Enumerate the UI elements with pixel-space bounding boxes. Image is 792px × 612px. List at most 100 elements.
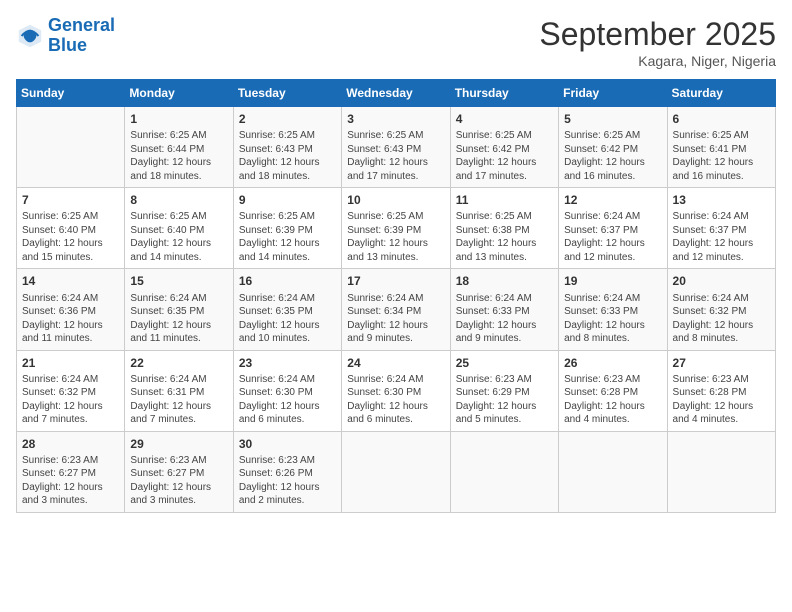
- logo-line1: General: [48, 15, 115, 35]
- calendar-cell: 27 Sunrise: 6:23 AMSunset: 6:28 PMDayligh…: [667, 350, 775, 431]
- calendar-cell: 14 Sunrise: 6:24 AMSunset: 6:36 PMDayligh…: [17, 269, 125, 350]
- calendar-cell: 24 Sunrise: 6:24 AMSunset: 6:30 PMDayligh…: [342, 350, 450, 431]
- day-info: Sunrise: 6:25 AMSunset: 6:43 PMDaylight:…: [239, 129, 336, 183]
- day-info: Sunrise: 6:24 AMSunset: 6:37 PMDaylight:…: [673, 210, 770, 264]
- day-info: Sunrise: 6:25 AMSunset: 6:43 PMDaylight:…: [347, 129, 444, 183]
- day-info: Sunrise: 6:25 AMSunset: 6:38 PMDaylight:…: [456, 210, 553, 264]
- logo-icon: [16, 22, 44, 50]
- day-number: 4: [456, 111, 553, 127]
- title-block: September 2025 Kagara, Niger, Nigeria: [539, 16, 776, 69]
- day-number: 30: [239, 436, 336, 452]
- day-info: Sunrise: 6:24 AMSunset: 6:33 PMDaylight:…: [456, 292, 553, 346]
- day-number: 16: [239, 273, 336, 289]
- calendar-cell: [667, 431, 775, 512]
- calendar-cell: 13 Sunrise: 6:24 AMSunset: 6:37 PMDayligh…: [667, 188, 775, 269]
- day-info: Sunrise: 6:25 AMSunset: 6:40 PMDaylight:…: [22, 210, 119, 264]
- day-info: Sunrise: 6:24 AMSunset: 6:35 PMDaylight:…: [239, 292, 336, 346]
- day-info: Sunrise: 6:24 AMSunset: 6:35 PMDaylight:…: [130, 292, 227, 346]
- day-info: Sunrise: 6:24 AMSunset: 6:32 PMDaylight:…: [22, 373, 119, 427]
- day-number: 11: [456, 192, 553, 208]
- calendar-cell: [450, 431, 558, 512]
- day-number: 3: [347, 111, 444, 127]
- calendar-table: SundayMondayTuesdayWednesdayThursdayFrid…: [16, 79, 776, 513]
- day-info: Sunrise: 6:25 AMSunset: 6:42 PMDaylight:…: [456, 129, 553, 183]
- day-number: 2: [239, 111, 336, 127]
- day-number: 9: [239, 192, 336, 208]
- logo-text: General Blue: [48, 16, 115, 56]
- day-info: Sunrise: 6:25 AMSunset: 6:39 PMDaylight:…: [239, 210, 336, 264]
- day-info: Sunrise: 6:23 AMSunset: 6:29 PMDaylight:…: [456, 373, 553, 427]
- calendar-cell: 9 Sunrise: 6:25 AMSunset: 6:39 PMDaylight…: [233, 188, 341, 269]
- day-info: Sunrise: 6:23 AMSunset: 6:28 PMDaylight:…: [564, 373, 661, 427]
- day-info: Sunrise: 6:24 AMSunset: 6:32 PMDaylight:…: [673, 292, 770, 346]
- day-number: 23: [239, 355, 336, 371]
- day-number: 27: [673, 355, 770, 371]
- col-header-sunday: Sunday: [17, 80, 125, 107]
- day-number: 24: [347, 355, 444, 371]
- day-number: 20: [673, 273, 770, 289]
- day-number: 5: [564, 111, 661, 127]
- calendar-cell: 2 Sunrise: 6:25 AMSunset: 6:43 PMDaylight…: [233, 107, 341, 188]
- day-info: Sunrise: 6:24 AMSunset: 6:30 PMDaylight:…: [347, 373, 444, 427]
- day-number: 17: [347, 273, 444, 289]
- calendar-cell: 8 Sunrise: 6:25 AMSunset: 6:40 PMDaylight…: [125, 188, 233, 269]
- calendar-cell: 23Sunrise: 6:24 AMSunset: 6:30 PMDayligh…: [233, 350, 341, 431]
- calendar-week-1: 1 Sunrise: 6:25 AMSunset: 6:44 PMDaylight…: [17, 107, 776, 188]
- calendar-cell: 25 Sunrise: 6:23 AMSunset: 6:29 PMDayligh…: [450, 350, 558, 431]
- day-info: Sunrise: 6:24 AMSunset: 6:34 PMDaylight:…: [347, 292, 444, 346]
- col-header-saturday: Saturday: [667, 80, 775, 107]
- day-number: 1: [130, 111, 227, 127]
- day-number: 15: [130, 273, 227, 289]
- location-subtitle: Kagara, Niger, Nigeria: [539, 53, 776, 69]
- col-header-friday: Friday: [559, 80, 667, 107]
- day-number: 21: [22, 355, 119, 371]
- calendar-week-5: 28 Sunrise: 6:23 AMSunset: 6:27 PMDayligh…: [17, 431, 776, 512]
- calendar-week-2: 7Sunrise: 6:25 AMSunset: 6:40 PMDaylight…: [17, 188, 776, 269]
- calendar-cell: 6 Sunrise: 6:25 AMSunset: 6:41 PMDaylight…: [667, 107, 775, 188]
- calendar-cell: 18 Sunrise: 6:24 AMSunset: 6:33 PMDayligh…: [450, 269, 558, 350]
- calendar-cell: [342, 431, 450, 512]
- day-number: 12: [564, 192, 661, 208]
- day-info: Sunrise: 6:24 AMSunset: 6:36 PMDaylight:…: [22, 292, 119, 346]
- day-number: 28: [22, 436, 119, 452]
- day-info: Sunrise: 6:25 AMSunset: 6:44 PMDaylight:…: [130, 129, 227, 183]
- calendar-cell: 1 Sunrise: 6:25 AMSunset: 6:44 PMDaylight…: [125, 107, 233, 188]
- day-number: 22: [130, 355, 227, 371]
- day-number: 25: [456, 355, 553, 371]
- day-number: 8: [130, 192, 227, 208]
- logo: General Blue: [16, 16, 115, 56]
- day-info: Sunrise: 6:25 AMSunset: 6:39 PMDaylight:…: [347, 210, 444, 264]
- day-number: 18: [456, 273, 553, 289]
- day-info: Sunrise: 6:25 AMSunset: 6:40 PMDaylight:…: [130, 210, 227, 264]
- logo-line2: Blue: [48, 36, 115, 56]
- day-number: 6: [673, 111, 770, 127]
- calendar-cell: 29Sunrise: 6:23 AMSunset: 6:27 PMDayligh…: [125, 431, 233, 512]
- calendar-cell: 19Sunrise: 6:24 AMSunset: 6:33 PMDayligh…: [559, 269, 667, 350]
- day-number: 26: [564, 355, 661, 371]
- calendar-week-3: 14 Sunrise: 6:24 AMSunset: 6:36 PMDayligh…: [17, 269, 776, 350]
- day-number: 10: [347, 192, 444, 208]
- day-info: Sunrise: 6:23 AMSunset: 6:27 PMDaylight:…: [130, 454, 227, 508]
- calendar-week-4: 21 Sunrise: 6:24 AMSunset: 6:32 PMDayligh…: [17, 350, 776, 431]
- col-header-thursday: Thursday: [450, 80, 558, 107]
- calendar-cell: 15 Sunrise: 6:24 AMSunset: 6:35 PMDayligh…: [125, 269, 233, 350]
- col-header-monday: Monday: [125, 80, 233, 107]
- day-info: Sunrise: 6:25 AMSunset: 6:41 PMDaylight:…: [673, 129, 770, 183]
- calendar-cell: [559, 431, 667, 512]
- day-number: 14: [22, 273, 119, 289]
- calendar-cell: 22Sunrise: 6:24 AMSunset: 6:31 PMDayligh…: [125, 350, 233, 431]
- calendar-cell: 3 Sunrise: 6:25 AMSunset: 6:43 PMDaylight…: [342, 107, 450, 188]
- calendar-cell: 16 Sunrise: 6:24 AMSunset: 6:35 PMDayligh…: [233, 269, 341, 350]
- calendar-cell: 12Sunrise: 6:24 AMSunset: 6:37 PMDayligh…: [559, 188, 667, 269]
- day-number: 19: [564, 273, 661, 289]
- calendar-cell: 26 Sunrise: 6:23 AMSunset: 6:28 PMDayligh…: [559, 350, 667, 431]
- calendar-cell: 21 Sunrise: 6:24 AMSunset: 6:32 PMDayligh…: [17, 350, 125, 431]
- calendar-header-row: SundayMondayTuesdayWednesdayThursdayFrid…: [17, 80, 776, 107]
- day-info: Sunrise: 6:23 AMSunset: 6:28 PMDaylight:…: [673, 373, 770, 427]
- calendar-cell: 17 Sunrise: 6:24 AMSunset: 6:34 PMDayligh…: [342, 269, 450, 350]
- calendar-cell: [17, 107, 125, 188]
- day-number: 13: [673, 192, 770, 208]
- col-header-wednesday: Wednesday: [342, 80, 450, 107]
- day-info: Sunrise: 6:23 AMSunset: 6:26 PMDaylight:…: [239, 454, 336, 508]
- day-info: Sunrise: 6:23 AMSunset: 6:27 PMDaylight:…: [22, 454, 119, 508]
